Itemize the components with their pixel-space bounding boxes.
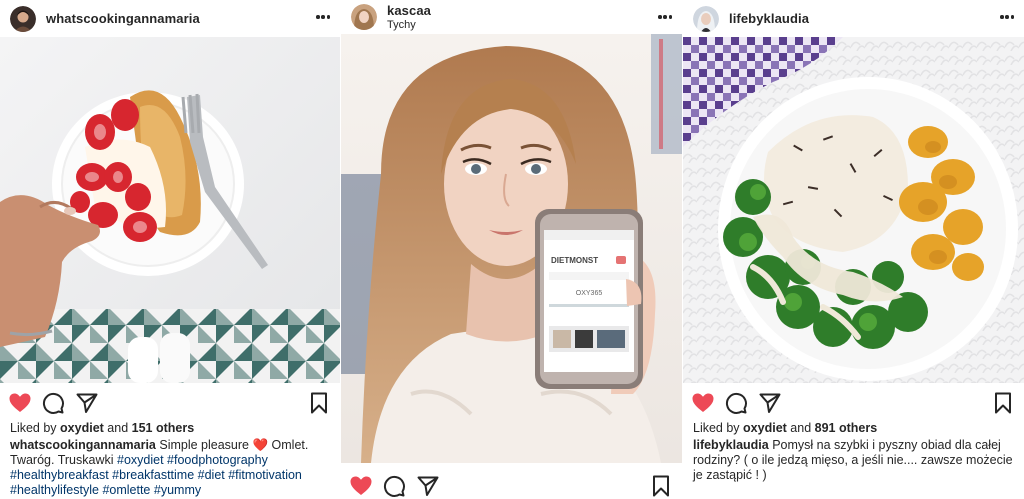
more-options-icon[interactable] (316, 8, 330, 26)
post-actions (341, 471, 682, 499)
phone-brand-text: DIETMONST (551, 256, 598, 265)
post-photo[interactable] (0, 37, 340, 383)
post-username[interactable]: lifebyklaudia (729, 11, 809, 26)
post-username[interactable]: whatscookingannamaria (46, 11, 200, 26)
hashtag-link[interactable]: #fitmotivation (228, 468, 302, 482)
comment-icon[interactable] (41, 391, 65, 415)
heart-emoji-icon: ❤️ (252, 438, 269, 452)
share-icon[interactable] (416, 474, 440, 498)
like-heart-icon[interactable] (691, 391, 715, 415)
post-card: whatscookingannamaria Liked by oxydiet a… (0, 0, 340, 499)
post-actions (683, 388, 1024, 418)
more-options-icon[interactable] (658, 8, 672, 26)
likes-count: Liked by oxydiet and 891 others (693, 421, 1014, 435)
hashtag-link[interactable]: #omlette (102, 483, 150, 497)
likes-mid: and (790, 421, 812, 435)
avatar[interactable] (351, 4, 377, 30)
caption-username[interactable]: lifebyklaudia (693, 438, 769, 452)
likes-others[interactable]: 891 others (815, 421, 878, 435)
post-card: kascaa Tychy DIETMONST OXY365 (341, 0, 682, 499)
comment-icon[interactable] (724, 391, 748, 415)
like-heart-icon[interactable] (8, 391, 32, 415)
share-icon[interactable] (75, 391, 99, 415)
like-heart-icon[interactable] (349, 474, 373, 498)
comment-icon[interactable] (382, 474, 406, 498)
likes-count: Liked by oxydiet and 151 others (10, 421, 330, 435)
post-photo[interactable] (683, 37, 1024, 383)
post-header: whatscookingannamaria (0, 0, 340, 37)
avatar[interactable] (10, 5, 36, 32)
post-header: kascaa Tychy (341, 0, 682, 34)
caption-text: Simple pleasure (159, 438, 249, 452)
post-card: lifebyklaudia Liked by oxydiet and 891 o… (683, 0, 1024, 499)
hashtag-link[interactable]: #oxydiet (117, 453, 164, 467)
likes-prefix: Liked by (693, 421, 740, 435)
post-caption: whatscookingannamaria Simple pleasure ❤️… (10, 438, 332, 498)
liker-username[interactable]: oxydiet (743, 421, 787, 435)
hashtag-link[interactable]: #healthybreakfast (10, 468, 109, 482)
caption-username[interactable]: whatscookingannamaria (10, 438, 156, 452)
hashtag-link[interactable]: #foodphotography (167, 453, 268, 467)
more-options-icon[interactable] (1000, 8, 1014, 26)
save-bookmark-icon[interactable] (307, 391, 331, 415)
likes-prefix: Liked by (10, 421, 57, 435)
post-username[interactable]: kascaa (387, 3, 431, 18)
hashtag-link[interactable]: #diet (198, 468, 225, 482)
post-location[interactable]: Tychy (387, 19, 431, 31)
post-header: lifebyklaudia (683, 0, 1024, 37)
avatar[interactable] (693, 5, 719, 32)
likes-others[interactable]: 151 others (132, 421, 195, 435)
hashtag-link[interactable]: #yummy (154, 483, 201, 497)
liker-username[interactable]: oxydiet (60, 421, 104, 435)
save-bookmark-icon[interactable] (649, 474, 673, 498)
hashtag-link[interactable]: #healthylifestyle (10, 483, 99, 497)
likes-mid: and (107, 421, 129, 435)
hashtag-link[interactable]: #breakfasttime (112, 468, 194, 482)
save-bookmark-icon[interactable] (991, 391, 1015, 415)
phone-title-text: OXY365 (576, 290, 603, 297)
post-actions (0, 388, 340, 418)
share-icon[interactable] (758, 391, 782, 415)
post-photo[interactable]: DIETMONST OXY365 (341, 34, 682, 463)
post-caption: lifebyklaudia Pomysł na szybki i pyszny … (693, 438, 1016, 483)
